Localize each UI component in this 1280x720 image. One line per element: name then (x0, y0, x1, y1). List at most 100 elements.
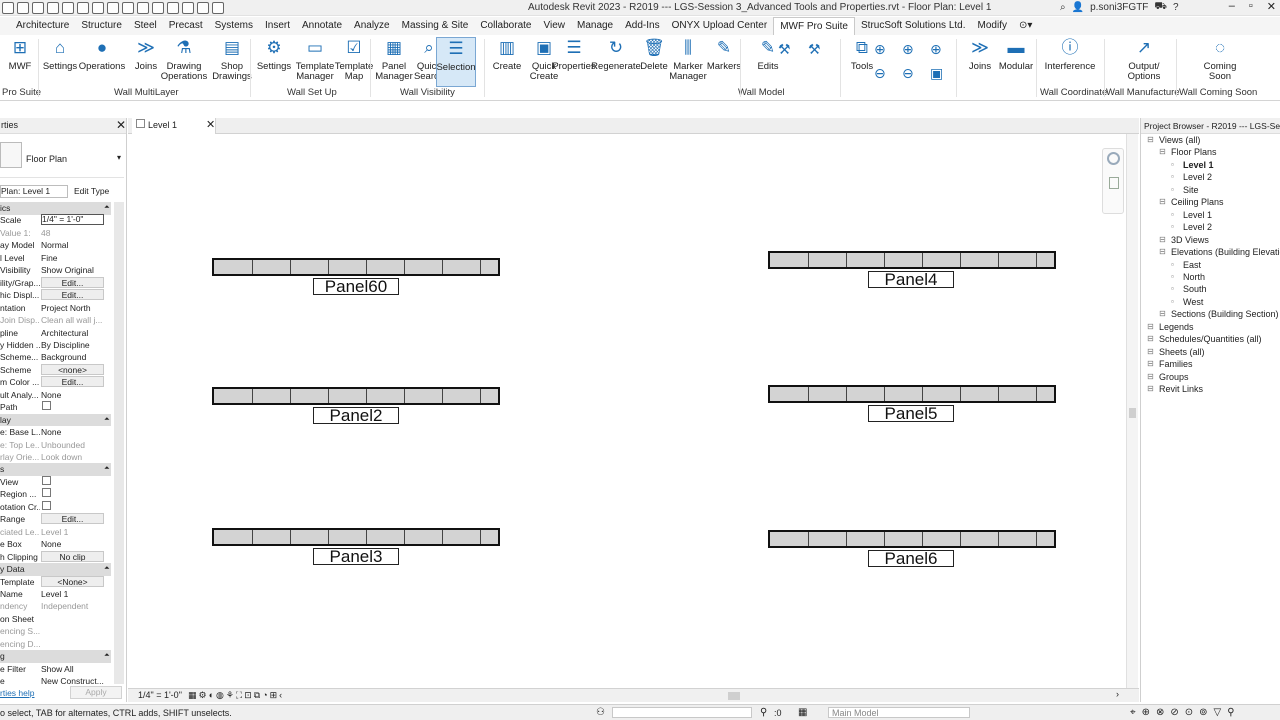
properties-scrollbar[interactable] (114, 202, 124, 684)
expand-icon[interactable]: ⊟ (1147, 371, 1154, 383)
property-section[interactable]: lay ⏶ (0, 413, 111, 427)
selection-filter-icons[interactable]: ⌖⊕⊗⊘⊙⊚▽⚲ (1130, 707, 1241, 718)
property-checkbox[interactable] (41, 475, 104, 488)
property-edit-button[interactable]: Edit... (41, 276, 104, 288)
wall-panel[interactable] (768, 251, 1056, 269)
browser-item[interactable]: ▫ Level 2 (1171, 221, 1212, 233)
ribbon-button-settings[interactable]: ⌂ Settings (40, 37, 80, 87)
view-control-icons[interactable]: ▦⚙◐◍⚘⛶⊡⧉◔⊞‹ (188, 690, 284, 701)
editable-only-icon[interactable]: ⚲ (760, 707, 767, 718)
property-checkbox[interactable] (41, 401, 104, 413)
collapse-icon[interactable]: ⏶ (104, 463, 110, 475)
browser-item[interactable]: ⊟ Elevations (Building Elevation) (1159, 246, 1280, 258)
expand-icon[interactable]: ⊟ (1147, 333, 1154, 345)
3d-view-icon[interactable] (152, 2, 164, 14)
apply-button[interactable]: Apply (70, 686, 122, 699)
tab-modify[interactable]: Modify (972, 17, 1013, 35)
tab-massing-site[interactable]: Massing & Site (396, 17, 475, 35)
chevron-down-icon[interactable]: ▾ (117, 153, 121, 162)
instance-selector[interactable]: Plan: Level 1 (0, 185, 68, 198)
property-value[interactable]: Fine (41, 252, 104, 264)
tab-systems[interactable]: Systems (209, 17, 259, 35)
sync-icon[interactable] (47, 2, 59, 14)
text-icon[interactable] (137, 2, 149, 14)
property-value[interactable]: Level 1 (41, 588, 104, 600)
property-edit-button[interactable]: <none> (41, 363, 104, 375)
browser-item[interactable]: ⊟ Sections (Building Section) (1159, 308, 1279, 320)
ribbon-button-interference[interactable]: ⓘ Interference (1045, 37, 1096, 87)
wall-panel[interactable] (212, 258, 500, 276)
type-selector[interactable]: Floor Plan ▾ (0, 138, 124, 178)
maximize-icon[interactable]: ▫ (1249, 0, 1253, 13)
wall-panel[interactable] (768, 530, 1056, 548)
browser-item[interactable]: ⊟ Families (1147, 358, 1193, 370)
browser-item[interactable]: ▫ West (1171, 296, 1203, 308)
expand-icon[interactable]: ⊟ (1159, 246, 1166, 258)
property-checkbox[interactable] (41, 488, 104, 500)
close-icon[interactable]: ✕ (206, 118, 215, 131)
property-value[interactable]: None (41, 426, 104, 438)
expand-icon[interactable]: ⊟ (1147, 134, 1154, 146)
ribbon-button-coming-soon[interactable]: ◌ Coming Soon (1196, 37, 1244, 87)
small-tool-icon[interactable]: ▣ (930, 65, 943, 82)
expand-icon[interactable]: ⊟ (1159, 234, 1166, 246)
browser-item[interactable]: ▫ East (1171, 259, 1201, 271)
panel-tag[interactable]: Panel2 (313, 407, 399, 424)
expand-icon[interactable]: ⊟ (1159, 146, 1166, 158)
panel-tag[interactable]: Panel60 (313, 278, 399, 295)
workset-dropdown[interactable] (612, 707, 752, 718)
expand-icon[interactable]: ⊟ (1147, 383, 1154, 395)
small-tool-icon[interactable]: ⊕ (874, 41, 886, 58)
tab-strucsoft-solutions-ltd-[interactable]: StrucSoft Solutions Ltd. (855, 17, 972, 35)
tab-insert[interactable]: Insert (259, 17, 296, 35)
browser-item[interactable]: ⊟ 3D Views (1159, 234, 1209, 246)
canvas-vertical-scrollbar[interactable] (1126, 134, 1138, 688)
browser-item[interactable]: ▫ Site (1171, 184, 1199, 196)
tab-mwf-pro-suite[interactable]: MWF Pro Suite (773, 17, 855, 35)
zoom-icon[interactable] (1109, 177, 1119, 189)
print-icon[interactable] (92, 2, 104, 14)
property-checkbox[interactable] (41, 500, 104, 513)
ribbon-button-drawing-operations[interactable]: ⚗ Drawing Operations (160, 37, 208, 87)
tab-manage[interactable]: Manage (571, 17, 619, 35)
browser-item[interactable]: ▫ South (1171, 283, 1207, 295)
property-edit-button[interactable]: Edit... (41, 289, 104, 301)
small-tool-icon[interactable]: ⚒ (778, 41, 791, 58)
property-value[interactable]: 1/4" = 1'-0" (41, 214, 104, 226)
browser-item[interactable]: ⊟ Legends (1147, 321, 1194, 333)
small-tool-icon[interactable]: ⚒ (808, 41, 821, 58)
expand-icon[interactable]: ⊟ (1159, 308, 1166, 320)
property-value[interactable]: None (41, 389, 104, 401)
user-icon[interactable]: 👤 (1072, 2, 1084, 13)
small-tool-icon[interactable]: ⊕ (930, 41, 942, 58)
tab-architecture[interactable]: Architecture (10, 17, 75, 35)
property-section[interactable]: ics ⏶ (0, 202, 111, 215)
contextual-tab-icon[interactable]: ⊙▾ (1013, 17, 1038, 35)
browser-item[interactable]: ⊟ Schedules/Quantities (all) (1147, 333, 1262, 345)
scroll-thumb[interactable] (1129, 408, 1136, 418)
collapse-icon[interactable]: ⏶ (104, 563, 110, 575)
property-edit-button[interactable]: No clip (41, 550, 104, 562)
property-edit-button[interactable]: <None> (41, 575, 104, 587)
browser-item[interactable]: ⊟ Revit Links (1147, 383, 1203, 395)
open-icon[interactable] (17, 2, 29, 14)
edit-type-button[interactable]: Edit Type (74, 186, 109, 196)
property-edit-button[interactable]: Edit... (41, 513, 104, 525)
browser-item[interactable]: ▫ Level 1 (1171, 209, 1212, 221)
ribbon-button-markers[interactable]: ✎ Markers (704, 37, 744, 87)
property-value[interactable]: Project North (41, 302, 104, 314)
browser-item[interactable]: ▫ Level 1 (1171, 159, 1214, 171)
collapse-icon[interactable]: ⏶ (104, 202, 110, 214)
tab-steel[interactable]: Steel (128, 17, 163, 35)
horizontal-scroll-thumb[interactable] (728, 692, 740, 700)
close-icon[interactable]: ✕ (116, 118, 126, 132)
properties-help-link[interactable]: rties help (0, 688, 35, 698)
property-value[interactable]: Architectural (41, 327, 104, 339)
ribbon-button-mwf[interactable]: ⊞ MWF (0, 37, 40, 87)
save-icon[interactable] (32, 2, 44, 14)
view-scale[interactable]: 1/4" = 1'-0" (138, 690, 182, 700)
dimension-icon[interactable] (122, 2, 134, 14)
property-value[interactable]: Normal (41, 239, 104, 251)
property-value[interactable]: By Discipline (41, 339, 104, 351)
section-icon[interactable] (167, 2, 179, 14)
